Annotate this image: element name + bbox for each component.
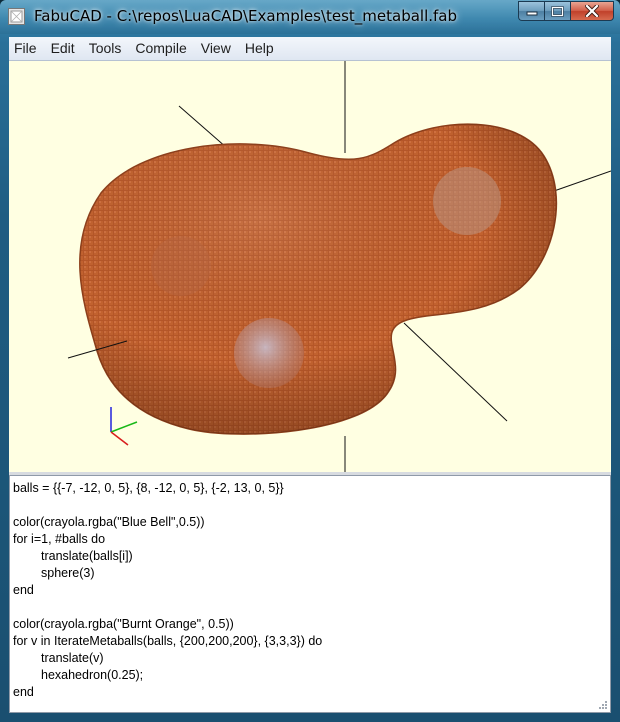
menu-help[interactable]: Help (238, 37, 281, 60)
window-controls (518, 1, 614, 21)
title-bar[interactable]: FabuCAD - C:\repos\LuaCAD\Examples\test_… (0, 0, 620, 34)
app-icon (8, 8, 25, 25)
sphere-ghost-b (433, 167, 501, 235)
metaball-shading (79, 124, 557, 435)
code-line: for i=1, #balls do (13, 532, 106, 546)
code-line: balls = {{-7, -12, 0, 5}, {8, -12, 0, 5}… (13, 481, 284, 495)
menu-edit[interactable]: Edit (44, 37, 82, 60)
resize-grip-icon[interactable] (598, 700, 608, 710)
window-title: FabuCAD - C:\repos\LuaCAD\Examples\test_… (34, 7, 458, 25)
code-editor[interactable]: balls = {{-7, -12, 0, 5}, {8, -12, 0, 5}… (9, 475, 611, 713)
menu-tools[interactable]: Tools (82, 37, 129, 60)
sphere-ghost-c (151, 236, 211, 296)
minimize-icon (526, 11, 537, 16)
axis-line-front-c (403, 322, 508, 422)
axis-line-back-c (553, 170, 611, 192)
code-line: hexahedron(0.25); (41, 668, 144, 682)
gizmo-y-axis (110, 421, 138, 433)
close-button[interactable] (570, 1, 614, 21)
app-window: FabuCAD - C:\repos\LuaCAD\Examples\test_… (0, 0, 620, 722)
minimize-button[interactable] (518, 1, 544, 21)
code-line: end (13, 685, 34, 699)
menu-bar: File Edit Tools Compile View Help (9, 37, 611, 61)
menu-view[interactable]: View (194, 37, 238, 60)
code-line: sphere(3) (41, 566, 95, 580)
sphere-ghost-a (234, 318, 304, 388)
gizmo-x-axis (110, 431, 129, 446)
close-icon (585, 5, 599, 17)
menu-file[interactable]: File (9, 37, 44, 60)
axis-gizmo (110, 407, 138, 446)
code-line: color(crayola.rgba("Blue Bell",0.5)) (13, 515, 205, 529)
code-line: end (13, 583, 34, 597)
3d-viewport[interactable] (9, 61, 611, 475)
maximize-icon (551, 5, 564, 17)
code-line: translate(balls[i]) (41, 549, 133, 563)
code-line: color(crayola.rgba("Burnt Orange", 0.5)) (13, 617, 234, 631)
maximize-button[interactable] (544, 1, 570, 21)
code-line: translate(v) (41, 651, 104, 665)
menu-compile[interactable]: Compile (128, 37, 193, 60)
3d-scene (67, 61, 611, 472)
code-line: for v in IterateMetaballs(balls, {200,20… (13, 634, 323, 648)
